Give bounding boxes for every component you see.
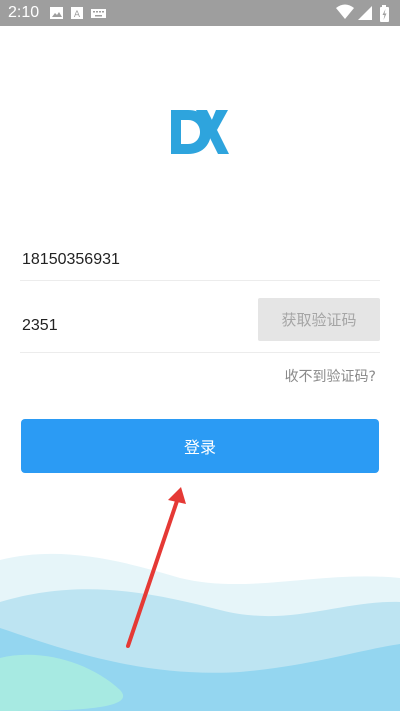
status-time: 2:10	[8, 4, 40, 21]
keyboard-icon	[91, 9, 106, 18]
verification-code-input[interactable]	[22, 314, 242, 338]
get-code-button[interactable]: 获取验证码	[258, 298, 380, 341]
wifi-icon	[336, 4, 354, 19]
svg-text:A: A	[74, 10, 81, 20]
status-icons-right	[336, 4, 389, 22]
status-icons-left: A	[50, 7, 106, 20]
battery-charging-icon	[380, 5, 389, 22]
verification-code-field: 获取验证码	[20, 298, 380, 353]
no-code-link[interactable]: 收不到验证码?	[285, 366, 376, 386]
font-a-icon: A	[71, 7, 83, 20]
image-icon	[50, 7, 63, 19]
wave-background	[0, 553, 400, 711]
signal-icon	[358, 6, 372, 20]
status-bar: 2:10 A	[0, 0, 400, 26]
dx-logo-icon	[171, 110, 229, 154]
phone-input[interactable]	[22, 248, 242, 272]
phone-field	[20, 238, 380, 281]
login-button[interactable]: 登录	[21, 419, 379, 473]
